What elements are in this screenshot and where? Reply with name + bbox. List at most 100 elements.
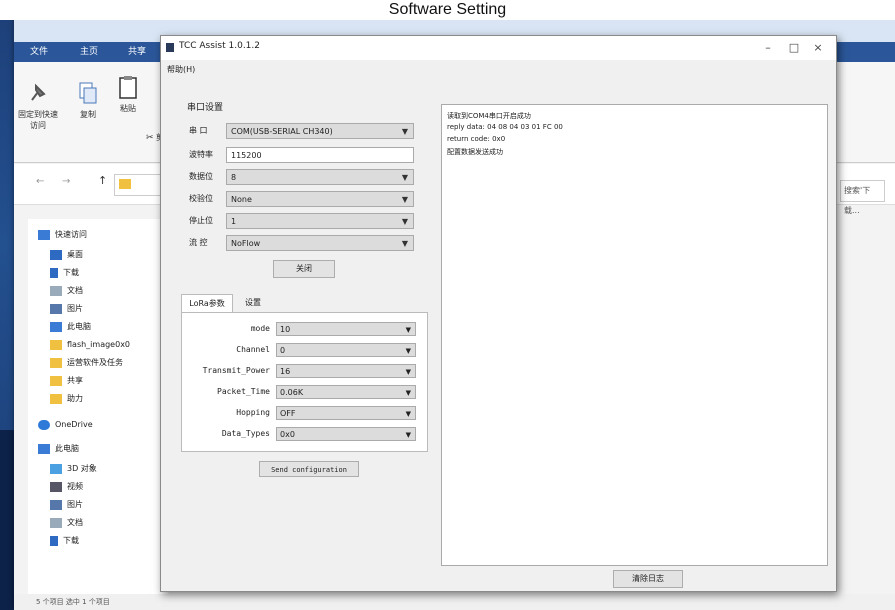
log-line: 配置数据发送成功 [447,148,503,156]
packet-time-select[interactable]: 0.06K ▼ [276,385,416,399]
menu-help[interactable]: 帮助(H) [167,64,195,75]
tab-settings[interactable]: 设置 [233,294,273,312]
minimize-icon[interactable]: – [758,40,778,56]
nav-item-desktop[interactable]: 桌面 [50,247,83,263]
cloud-icon [38,419,50,430]
tab-home[interactable]: 主页 [74,44,104,60]
param-label: Data_Types [221,429,270,438]
app-title: TCC Assist 1.0.1.2 [179,41,260,51]
maximize-icon[interactable]: □ [784,40,804,56]
stopbits-select[interactable]: 1 ▼ [226,213,414,229]
chevron-down-icon: ▼ [401,173,408,182]
clear-log-button[interactable]: 清除日志 [613,570,683,588]
param-label: Packet_Time [217,387,270,396]
chevron-down-icon: ▼ [405,389,411,397]
page-caption: Software Setting [0,0,895,20]
star-icon [38,229,50,240]
picture-icon [50,303,62,314]
chevron-down-icon: ▼ [405,347,411,355]
parity-select[interactable]: None ▼ [226,191,414,207]
log-line: 读取到COM4串口开启成功 [447,112,531,120]
pin-quick-access-button[interactable]: 固定到快速访问 [18,80,58,131]
document-icon [50,285,62,296]
app-titlebar[interactable]: TCC Assist 1.0.1.2 – □ × [161,36,836,60]
send-configuration-button[interactable]: Send configuration [259,461,359,477]
tab-share[interactable]: 共享 [122,44,152,60]
nav-item-documents[interactable]: 文档 [50,283,83,299]
pin-icon [31,83,46,101]
param-label: mode [250,324,270,333]
tab-file[interactable]: 文件 [24,44,54,60]
video-icon [50,481,62,492]
param-label: Transmit_Power [202,366,270,375]
param-label: Channel [236,345,270,354]
paste-button[interactable]: 粘贴 [108,74,148,114]
chevron-down-icon: ▼ [405,368,411,376]
nav-item-documents[interactable]: 文档 [50,515,83,531]
nav-item-this-pc[interactable]: 此电脑 [38,441,79,457]
log-output[interactable]: 读取到COM4串口开启成功 reply data: 04 08 04 03 01… [441,104,828,566]
copy-icon [79,82,97,104]
databits-select[interactable]: 8 ▼ [226,169,414,185]
chevron-down-icon: ▼ [405,431,411,439]
tcc-assist-window[interactable]: TCC Assist 1.0.1.2 – □ × 帮助(H) 串口设置 串 口 … [160,35,837,592]
computer-icon [50,321,62,332]
nav-item-folder[interactable]: 共享 [50,373,83,389]
chevron-down-icon: ▼ [401,195,408,204]
nav-item-downloads[interactable]: 下载 [50,265,79,281]
navigation-pane: 快速访问 桌面 下载 文档 图片 此电脑 flash_image0x0 运营软件… [28,219,168,599]
data-types-select[interactable]: 0x0 ▼ [276,427,416,441]
chevron-down-icon: ▼ [401,127,408,136]
serial-settings-title: 串口设置 [187,103,224,113]
lora-params-panel: mode 10 ▼ Channel 0 ▼ Transmit_Power 16 ▼ P… [181,312,428,452]
clipboard-icon [119,76,137,99]
channel-select[interactable]: 0 ▼ [276,343,416,357]
folder-icon [50,393,62,404]
search-field[interactable]: 搜索'下载... [840,180,885,215]
nav-item-3d-objects[interactable]: 3D 对象 [50,461,97,477]
mode-select[interactable]: 10 ▼ [276,322,416,336]
transmit-power-select[interactable]: 16 ▼ [276,364,416,378]
picture-icon [50,499,62,510]
baud-input[interactable]: 115200 [226,147,414,163]
folder-icon [50,339,62,350]
computer-icon [38,443,50,454]
address-field[interactable] [114,174,161,196]
chevron-down-icon: ▼ [405,326,411,334]
forward-icon[interactable]: → [62,176,70,187]
log-line: reply data: 04 08 04 03 01 FC 00 [447,123,563,131]
desktop-icon [50,249,62,260]
flow-select[interactable]: NoFlow ▼ [226,235,414,251]
nav-item-folder[interactable]: flash_image0x0 [50,337,130,353]
log-line: return code: 0x0 [447,135,506,143]
nav-item-folder[interactable]: 运营软件及任务 [50,355,123,371]
document-icon [50,517,62,528]
up-icon[interactable]: ↑ [98,174,107,187]
nav-item-videos[interactable]: 视频 [50,479,83,495]
copy-button[interactable]: 复制 [68,80,108,120]
port-select[interactable]: COM(USB-SERIAL CH340) ▼ [226,123,414,139]
folder-icon [50,375,62,386]
hopping-select[interactable]: OFF ▼ [276,406,416,420]
param-label: Hopping [236,408,270,417]
download-icon [50,535,58,546]
chevron-down-icon: ▼ [405,410,411,418]
nav-item-this-pc[interactable]: 此电脑 [50,319,91,335]
chevron-down-icon: ▼ [401,217,408,226]
nav-item-onedrive[interactable]: OneDrive [38,417,93,433]
nav-item-pictures[interactable]: 图片 [50,497,83,513]
nav-item-folder[interactable]: 助力 [50,391,83,407]
close-port-button[interactable]: 关闭 [273,260,335,278]
tab-lora-params[interactable]: LoRa参数 [181,294,233,313]
close-icon[interactable]: × [808,40,828,56]
nav-item-downloads[interactable]: 下载 [50,533,79,549]
status-bar: 5 个项目 选中 1 个项目 [14,594,895,610]
nav-item-quick-access[interactable]: 快速访问 [38,227,87,243]
cube-icon [50,463,62,474]
app-logo-icon [166,43,174,52]
download-icon [50,267,58,278]
folder-icon [50,357,62,368]
folder-icon [119,179,131,189]
back-icon[interactable]: ← [36,176,44,187]
nav-item-pictures[interactable]: 图片 [50,301,83,317]
